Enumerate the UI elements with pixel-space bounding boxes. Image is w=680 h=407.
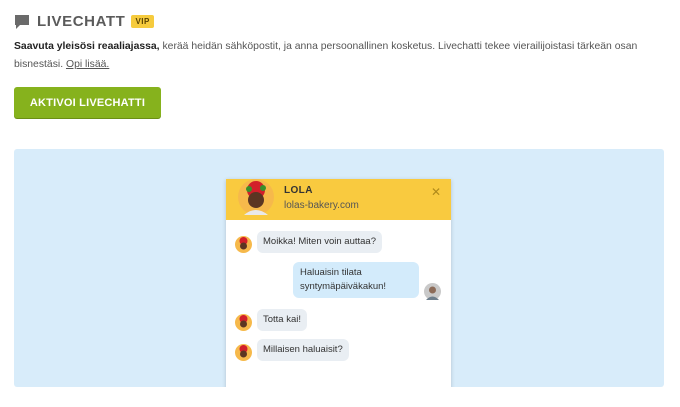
section-title: LIVECHATT	[37, 13, 126, 30]
description: Saavuta yleisösi reaaliajassa, kerää hei…	[14, 38, 654, 74]
close-icon[interactable]: ✕	[431, 185, 441, 199]
vip-badge: VIP	[131, 15, 154, 28]
activate-livechat-button[interactable]: AKTIVOI LIVECHATTI	[14, 87, 161, 118]
chat-message: Haluaisin tilata syntymäpäiväkakun!	[293, 262, 419, 298]
chat-widget-preview: LOLA lolas-bakery.com ✕ Moikka! Miten vo…	[226, 179, 451, 387]
agent-avatar-small	[235, 344, 252, 361]
agent-avatar	[238, 179, 274, 215]
agent-name: LOLA	[284, 185, 313, 196]
chat-preview-area: LOLA lolas-bakery.com ✕ Moikka! Miten vo…	[14, 149, 664, 387]
chat-message: Moikka! Miten voin auttaa?	[257, 231, 383, 253]
agent-site: lolas-bakery.com	[284, 200, 359, 211]
description-bold: Saavuta yleisösi reaaliajassa,	[14, 41, 160, 52]
agent-avatar-small	[235, 236, 252, 253]
agent-avatar-small	[235, 314, 252, 331]
chat-message: Totta kai!	[257, 309, 308, 331]
chat-widget-header: LOLA lolas-bakery.com ✕	[226, 179, 451, 220]
learn-more-link[interactable]: Opi lisää.	[66, 59, 109, 70]
chat-bubble-icon	[15, 14, 29, 29]
visitor-avatar	[424, 283, 441, 300]
section-header: LIVECHATT VIP	[14, 13, 154, 30]
chat-message: Millaisen haluaisit?	[257, 339, 349, 361]
